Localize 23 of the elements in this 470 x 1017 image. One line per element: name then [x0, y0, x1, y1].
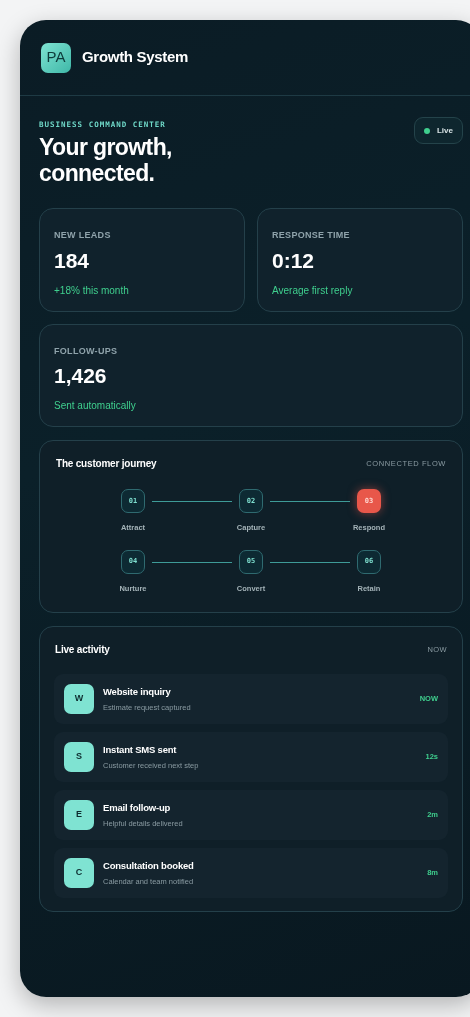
- live-badge: Live: [414, 117, 463, 144]
- stat-note: Average first reply: [272, 283, 354, 298]
- stat-value: 1,426: [54, 363, 108, 390]
- stat-label: FOLLOW-UPS: [54, 344, 119, 358]
- hero-title: Your growth, connected.: [39, 134, 172, 187]
- stat-label: RESPONSE TIME: [272, 229, 351, 243]
- logo-badge: PA: [41, 42, 71, 73]
- stat-note: +18% this month: [54, 283, 130, 298]
- stat-value: 184: [54, 247, 91, 274]
- activity-title: Live activity: [55, 642, 110, 657]
- stat-label: NEW LEADS: [54, 229, 112, 243]
- initial-avatar: S: [64, 741, 94, 772]
- activity-name: Email follow-up: [103, 800, 172, 815]
- stat-note: Sent automatically: [54, 399, 137, 414]
- activity-name: Consultation booked: [103, 858, 195, 873]
- journey-title: The customer journey: [56, 457, 157, 472]
- initial-avatar: W: [64, 683, 94, 714]
- activity-name: Website inquiry: [103, 684, 172, 699]
- initial-avatar: E: [64, 799, 94, 830]
- activity-name: Instant SMS sent: [103, 742, 178, 757]
- initial-avatar: C: [64, 857, 94, 888]
- stat-value: 0:12: [272, 247, 316, 274]
- app-title: Growth System: [82, 47, 189, 68]
